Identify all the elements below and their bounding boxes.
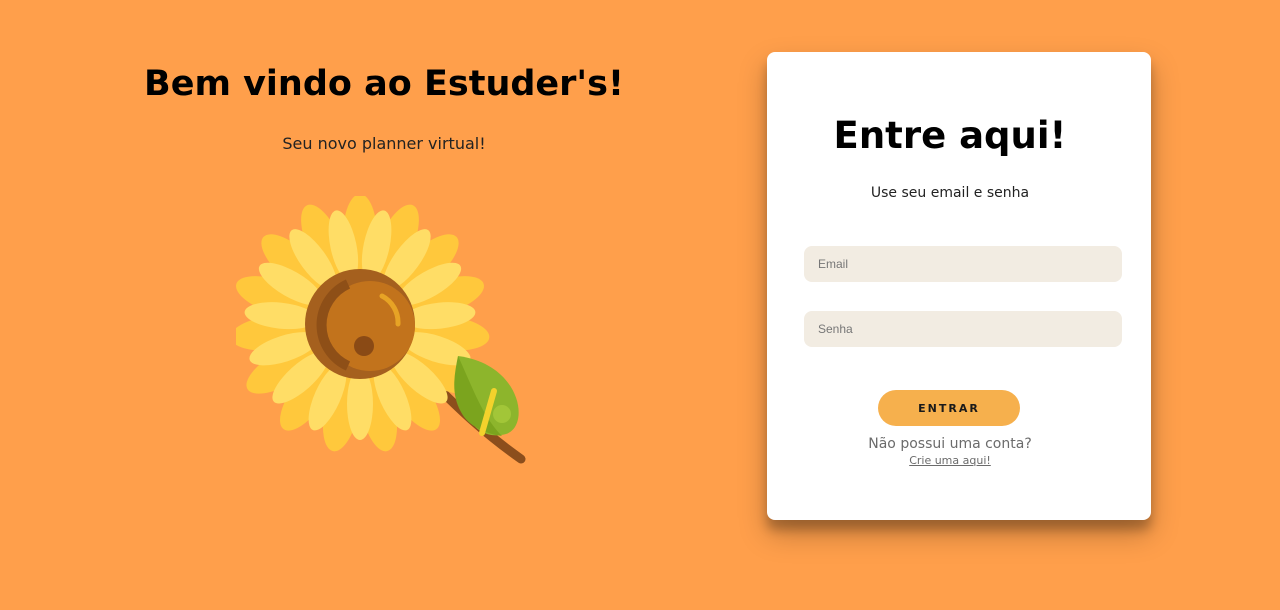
- login-title: Entre aqui!: [833, 114, 1067, 157]
- sunflower-icon: [236, 196, 526, 464]
- welcome-section: Bem vindo ao Estuder's! Seu novo planner…: [0, 0, 768, 610]
- signup-prompt: Não possui uma conta?: [868, 436, 1032, 452]
- email-input[interactable]: [804, 246, 1122, 282]
- welcome-subtitle: Seu novo planner virtual!: [282, 134, 486, 153]
- login-card: Entre aqui! Use seu email e senha ENTRAR…: [767, 52, 1151, 520]
- welcome-title: Bem vindo ao Estuder's!: [144, 64, 624, 104]
- signup-link[interactable]: Crie uma aqui!: [767, 454, 1133, 467]
- password-input[interactable]: [804, 311, 1122, 347]
- login-subtitle: Use seu email e senha: [870, 185, 1030, 201]
- login-button[interactable]: ENTRAR: [878, 390, 1020, 426]
